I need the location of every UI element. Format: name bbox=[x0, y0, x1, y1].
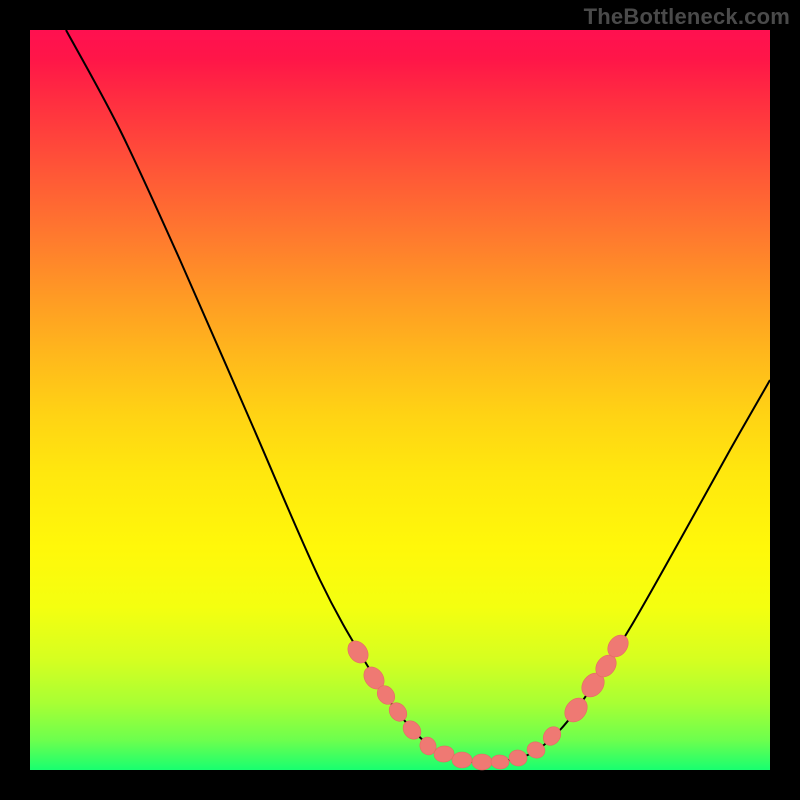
data-marker bbox=[508, 749, 529, 768]
data-markers bbox=[344, 631, 633, 770]
watermark-text: TheBottleneck.com bbox=[584, 4, 790, 30]
data-marker bbox=[560, 694, 592, 727]
bottleneck-curve bbox=[66, 30, 770, 763]
chart-svg bbox=[30, 30, 770, 770]
data-marker bbox=[491, 754, 510, 769]
data-marker bbox=[452, 752, 472, 768]
data-marker bbox=[472, 754, 492, 770]
data-marker bbox=[525, 739, 547, 760]
plot-area bbox=[30, 30, 770, 770]
chart-frame: TheBottleneck.com bbox=[0, 0, 800, 800]
data-marker bbox=[344, 637, 373, 667]
